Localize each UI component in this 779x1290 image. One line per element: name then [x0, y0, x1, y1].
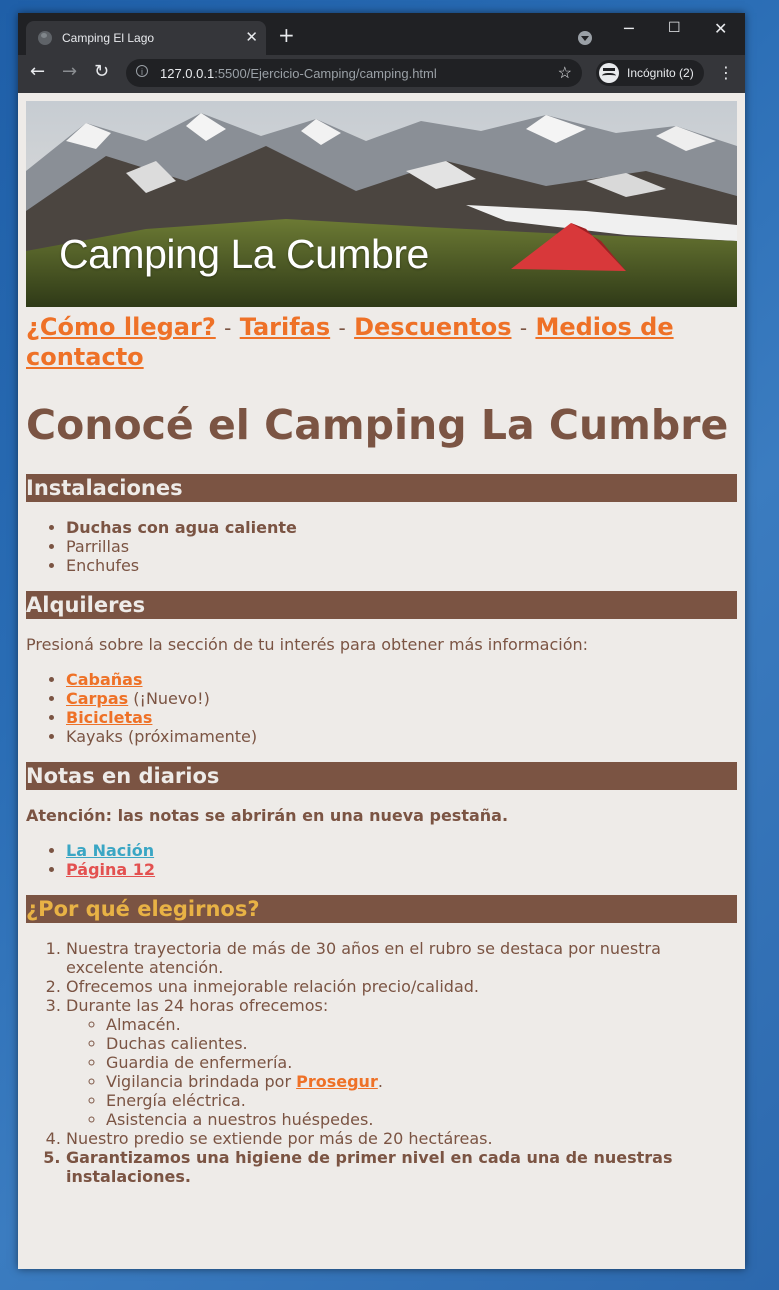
- url-path: :5500/Ejercicio-Camping/camping.html: [214, 66, 437, 81]
- tab-camping[interactable]: Camping El Lago ✕: [26, 21, 266, 55]
- list-item: Energía eléctrica.: [106, 1091, 737, 1110]
- pagina-12-link[interactable]: Página 12: [66, 860, 155, 879]
- minimize-icon[interactable]: ─: [624, 19, 634, 38]
- list-item: Nuestro predio se extiende por más de 20…: [66, 1129, 737, 1148]
- alquileres-list: Cabañas Carpas (¡Nuevo!) Bicicletas Kaya…: [26, 670, 737, 746]
- list-item: Almacén.: [106, 1015, 737, 1034]
- nav-tarifas-link[interactable]: Tarifas: [240, 313, 330, 341]
- page-title: Conocé el Camping La Cumbre: [26, 401, 729, 449]
- close-tab-icon[interactable]: ✕: [245, 28, 258, 46]
- incognito-icon: [599, 63, 619, 83]
- tab-bar: Camping El Lago ✕ + ─ ☐ ✕: [18, 13, 745, 55]
- nav-separator: -: [338, 316, 346, 340]
- nav-separator: -: [224, 316, 232, 340]
- list-item: Ofrecemos una inmejorable relación preci…: [66, 977, 737, 996]
- close-window-icon[interactable]: ✕: [714, 19, 727, 38]
- section-instalaciones-heading: Instalaciones: [26, 474, 737, 502]
- banner-image: Camping La Cumbre: [26, 101, 737, 307]
- incognito-label: Incógnito (2): [627, 66, 694, 80]
- tab-search-icon[interactable]: [578, 31, 592, 45]
- servicios-sublist: Almacén. Duchas calientes. Guardia de en…: [66, 1015, 737, 1129]
- back-icon[interactable]: ←: [30, 63, 45, 81]
- la-nacion-link[interactable]: La Nación: [66, 841, 154, 860]
- tab-title: Camping El Lago: [62, 31, 155, 45]
- list-item: La Nación: [66, 841, 737, 860]
- globe-icon: [38, 31, 52, 45]
- url-text: 127.0.0.1:5500/Ejercicio-Camping/camping…: [160, 66, 437, 81]
- notas-list: La Nación Página 12: [26, 841, 737, 879]
- list-item: Duchas calientes.: [106, 1034, 737, 1053]
- list-item-text: Durante las 24 horas ofrecemos:: [66, 996, 329, 1015]
- list-item: Parrillas: [66, 537, 737, 556]
- browser-toolbar: ← → ↻ i 127.0.0.1:5500/Ejercicio-Camping…: [18, 55, 745, 93]
- list-item: Bicicletas: [66, 708, 737, 727]
- list-item: Carpas (¡Nuevo!): [66, 689, 737, 708]
- list-item: Nuestra trayectoria de más de 30 años en…: [66, 939, 737, 977]
- kebab-menu-icon[interactable]: ⋮: [718, 65, 734, 81]
- list-item: Garantizamos una higiene de primer nivel…: [66, 1148, 737, 1186]
- section-alquileres-heading: Alquileres: [26, 591, 737, 619]
- porque-list: Nuestra trayectoria de más de 30 años en…: [26, 939, 737, 1186]
- notas-warning: Atención: las notas se abrirán en una nu…: [26, 806, 509, 825]
- section-notas-heading: Notas en diarios: [26, 762, 737, 790]
- list-item-text: Vigilancia brindada por: [106, 1072, 297, 1091]
- nav-descuentos-link[interactable]: Descuentos: [354, 313, 511, 341]
- nav-como-llegar-link[interactable]: ¿Cómo llegar?: [26, 313, 216, 341]
- new-tab-icon[interactable]: +: [278, 25, 295, 45]
- reload-icon[interactable]: ↻: [94, 63, 109, 81]
- address-bar[interactable]: i 127.0.0.1:5500/Ejercicio-Camping/campi…: [126, 59, 582, 87]
- site-info-icon[interactable]: i: [136, 65, 148, 77]
- prosegur-link[interactable]: Prosegur: [296, 1072, 378, 1091]
- list-item: Kayaks (próximamente): [66, 727, 737, 746]
- nav-separator: -: [519, 316, 528, 340]
- page-content: Camping La Cumbre ¿Cómo llegar? - Tarifa…: [26, 101, 737, 1202]
- list-item: Asistencia a nuestros huéspedes.: [106, 1110, 737, 1129]
- instalaciones-list: Duchas con agua caliente Parrillas Enchu…: [26, 518, 737, 575]
- cabanas-link[interactable]: Cabañas: [66, 670, 143, 689]
- list-item-text: .: [377, 1072, 383, 1091]
- section-porque-heading: ¿Por qué elegirnos?: [26, 895, 737, 923]
- forward-icon[interactable]: →: [62, 63, 77, 81]
- list-item: Vigilancia brindada por Prosegur.: [106, 1072, 737, 1091]
- main-nav: ¿Cómo llegar? - Tarifas - Descuentos - M…: [26, 313, 737, 372]
- bookmark-star-icon[interactable]: ☆: [558, 63, 572, 83]
- bicicletas-link[interactable]: Bicicletas: [66, 708, 152, 727]
- list-item: Guardia de enfermería.: [106, 1053, 737, 1072]
- list-item: Cabañas: [66, 670, 737, 689]
- carpas-link[interactable]: Carpas: [66, 689, 128, 708]
- list-item: Página 12: [66, 860, 737, 879]
- carpas-note: (¡Nuevo!): [128, 689, 210, 708]
- url-host: 127.0.0.1: [160, 66, 215, 81]
- list-item: Enchufes: [66, 556, 737, 575]
- list-item: Durante las 24 horas ofrecemos: Almacén.…: [66, 996, 737, 1129]
- alquileres-intro: Presioná sobre la sección de tu interés …: [26, 635, 589, 654]
- banner-title: Camping La Cumbre: [59, 231, 429, 277]
- page-viewport: Camping La Cumbre ¿Cómo llegar? - Tarifa…: [18, 93, 745, 1269]
- browser-window: Camping El Lago ✕ + ─ ☐ ✕ ← → ↻ i 127.0.…: [18, 13, 745, 1269]
- maximize-icon[interactable]: ☐: [668, 20, 681, 36]
- list-item: Duchas con agua caliente: [66, 518, 737, 537]
- incognito-badge[interactable]: Incógnito (2): [596, 60, 704, 86]
